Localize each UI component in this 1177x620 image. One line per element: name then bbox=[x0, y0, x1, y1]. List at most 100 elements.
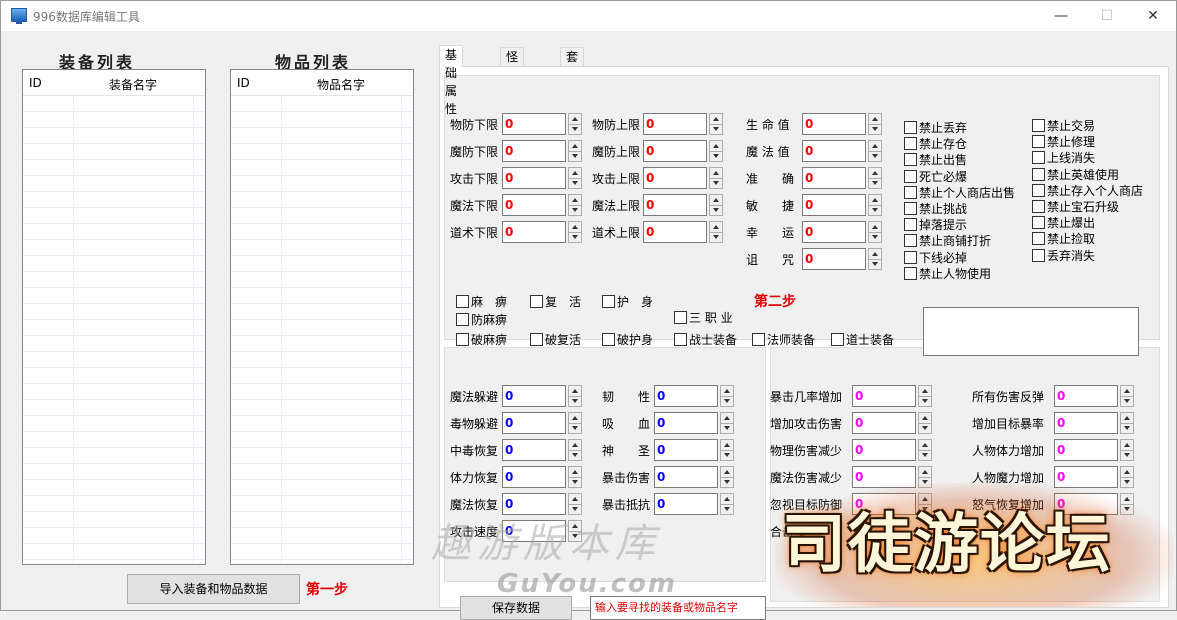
basic-col2-updown-icon[interactable] bbox=[709, 194, 723, 216]
stat-b-input[interactable]: 0 bbox=[654, 466, 718, 488]
stat-a-spinner[interactable]: 0 bbox=[502, 466, 582, 488]
effect-checkbox-icon[interactable] bbox=[602, 333, 615, 346]
stat-b-updown-icon[interactable] bbox=[720, 412, 734, 434]
stat-d-spinner[interactable]: 0 bbox=[1054, 412, 1134, 434]
flag-left-item[interactable]: 禁止商铺打折 bbox=[904, 234, 991, 250]
stat-c-updown-icon[interactable] bbox=[918, 466, 932, 488]
import-data-button[interactable]: 导入装备和物品数据 bbox=[127, 574, 300, 604]
flag-right-item-checkbox-icon[interactable] bbox=[1032, 216, 1045, 230]
flag-left-item[interactable]: 禁止出售 bbox=[904, 153, 967, 169]
search-input[interactable]: 输入要寻找的装备或物品名字 bbox=[590, 596, 766, 620]
stat-a-updown-icon[interactable] bbox=[568, 493, 582, 515]
basic-col2-input[interactable]: 0 bbox=[643, 167, 707, 189]
stat-c-spinner[interactable]: 0 bbox=[852, 493, 932, 515]
stat-d-updown-icon[interactable] bbox=[1120, 412, 1134, 434]
effect-checkbox-icon[interactable] bbox=[456, 333, 469, 346]
equip-col-name[interactable]: 装备名字 bbox=[109, 76, 157, 93]
save-data-button[interactable]: 保存数据 bbox=[460, 596, 572, 620]
stat-b-spinner[interactable]: 0 bbox=[654, 385, 734, 407]
basic-col2-updown-icon[interactable] bbox=[709, 167, 723, 189]
minimize-button[interactable]: — bbox=[1038, 1, 1084, 31]
stat-d-input[interactable]: 0 bbox=[1054, 466, 1118, 488]
stat-a-spinner[interactable]: 0 bbox=[502, 520, 582, 542]
stat-d-updown-icon[interactable] bbox=[1120, 385, 1134, 407]
effect-checkbox-icon[interactable] bbox=[674, 333, 687, 346]
basic-col1-updown-icon[interactable] bbox=[568, 167, 582, 189]
stat-c-input[interactable]: 0 bbox=[852, 439, 916, 461]
stat-b-input[interactable]: 0 bbox=[654, 493, 718, 515]
flag-right-item[interactable]: 禁止宝石升级 bbox=[1032, 200, 1119, 216]
effect-checkbox[interactable]: 法师装备 bbox=[752, 333, 815, 349]
stat-c-input[interactable]: 0 bbox=[852, 412, 916, 434]
flag-left-item[interactable]: 死亡必爆 bbox=[904, 169, 967, 186]
effect-checkbox-icon[interactable] bbox=[456, 295, 469, 308]
flag-left-item-checkbox-icon[interactable] bbox=[904, 169, 917, 183]
stat-b-updown-icon[interactable] bbox=[720, 493, 734, 515]
stat-a-input[interactable]: 0 bbox=[502, 466, 566, 488]
basic-col1-input[interactable]: 0 bbox=[502, 113, 566, 135]
basic-col2-spinner[interactable]: 0 bbox=[643, 140, 723, 162]
stat-d-input[interactable]: 0 bbox=[1054, 412, 1118, 434]
flag-right-item[interactable]: 上线消失 bbox=[1032, 151, 1095, 167]
effect-checkbox[interactable]: 麻 痹 bbox=[456, 295, 507, 311]
basic-col2-input[interactable]: 0 bbox=[643, 113, 707, 135]
stat-d-spinner[interactable]: 0 bbox=[1054, 385, 1134, 407]
stat-b-spinner[interactable]: 0 bbox=[654, 412, 734, 434]
flag-right-item[interactable]: 禁止交易 bbox=[1032, 119, 1095, 135]
effect-checkbox[interactable]: 复 活 bbox=[530, 295, 581, 311]
basic-col1-spinner[interactable]: 0 bbox=[502, 167, 582, 189]
effect-checkbox[interactable]: 护 身 bbox=[602, 295, 653, 311]
stat-a-input[interactable]: 0 bbox=[502, 439, 566, 461]
basic-col1-input[interactable]: 0 bbox=[502, 140, 566, 162]
basic-col3-updown-icon[interactable] bbox=[868, 194, 882, 216]
equip-list[interactable]: ID 装备名字 bbox=[22, 69, 206, 565]
basic-col2-input[interactable]: 0 bbox=[643, 194, 707, 216]
stat-d-updown-icon[interactable] bbox=[1120, 493, 1134, 515]
maximize-button[interactable]: ☐ bbox=[1084, 1, 1130, 31]
flag-left-item-checkbox-icon[interactable] bbox=[904, 185, 917, 199]
stat-a-spinner[interactable]: 0 bbox=[502, 493, 582, 515]
stat-a-input[interactable]: 0 bbox=[502, 520, 566, 542]
flag-left-item[interactable]: 禁止丢弃 bbox=[904, 121, 967, 137]
stat-b-updown-icon[interactable] bbox=[720, 439, 734, 461]
tab-set[interactable]: 套装属性 bbox=[560, 47, 585, 118]
basic-col3-updown-icon[interactable] bbox=[868, 113, 882, 135]
stat-b-updown-icon[interactable] bbox=[720, 466, 734, 488]
close-button[interactable]: ✕ bbox=[1130, 1, 1176, 31]
effect-checkbox-icon[interactable] bbox=[752, 333, 765, 346]
basic-col3-spinner[interactable]: 0 bbox=[802, 221, 882, 243]
flag-right-item[interactable]: 禁止存入个人商店 bbox=[1032, 183, 1143, 200]
basic-col1-spinner[interactable]: 0 bbox=[502, 140, 582, 162]
flag-left-item-checkbox-icon[interactable] bbox=[904, 250, 917, 264]
stat-c-spinner[interactable]: 0 bbox=[852, 466, 932, 488]
basic-col1-updown-icon[interactable] bbox=[568, 221, 582, 243]
basic-col3-input[interactable]: 0 bbox=[802, 194, 866, 216]
flag-right-item[interactable]: 丢弃消失 bbox=[1032, 248, 1095, 265]
stat-d-input[interactable]: 0 bbox=[1054, 493, 1118, 515]
basic-col1-spinner[interactable]: 0 bbox=[502, 194, 582, 216]
basic-col3-updown-icon[interactable] bbox=[868, 221, 882, 243]
tab-basic[interactable]: 基础属性 bbox=[439, 45, 464, 116]
basic-col3-input[interactable]: 0 bbox=[802, 248, 866, 270]
stat-c-updown-icon[interactable] bbox=[918, 439, 932, 461]
stat-a-input[interactable]: 0 bbox=[502, 493, 566, 515]
flag-left-item[interactable]: 禁止人物使用 bbox=[904, 266, 991, 283]
effect-checkbox-icon[interactable] bbox=[530, 333, 543, 346]
basic-col2-updown-icon[interactable] bbox=[709, 140, 723, 162]
basic-col2-input[interactable]: 0 bbox=[643, 221, 707, 243]
basic-col2-spinner[interactable]: 0 bbox=[643, 194, 723, 216]
flag-right-item-checkbox-icon[interactable] bbox=[1032, 200, 1045, 213]
basic-col2-updown-icon[interactable] bbox=[709, 221, 723, 243]
flag-right-item[interactable]: 禁止英雄使用 bbox=[1032, 167, 1119, 184]
flag-left-item[interactable]: 下线必掉 bbox=[904, 250, 967, 267]
effect-checkbox-icon[interactable] bbox=[456, 313, 469, 326]
stat-d-input[interactable]: 0 bbox=[1054, 439, 1118, 461]
stat-a-spinner[interactable]: 0 bbox=[502, 385, 582, 407]
stat-b-input[interactable]: 0 bbox=[654, 439, 718, 461]
stat-b-updown-icon[interactable] bbox=[720, 385, 734, 407]
basic-col2-spinner[interactable]: 0 bbox=[643, 221, 723, 243]
effect-checkbox-icon[interactable] bbox=[831, 333, 844, 346]
effect-checkbox-icon[interactable] bbox=[674, 311, 687, 324]
basic-col3-input[interactable]: 0 bbox=[802, 167, 866, 189]
basic-col1-input[interactable]: 0 bbox=[502, 167, 566, 189]
